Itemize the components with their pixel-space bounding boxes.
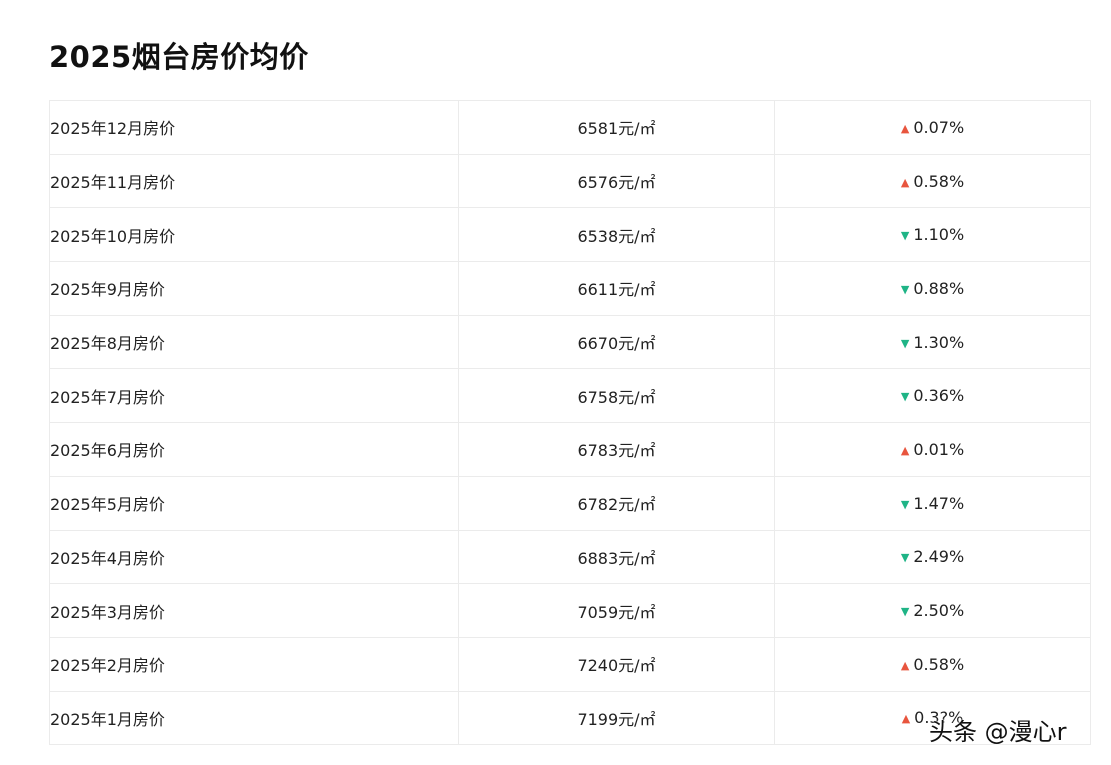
average-price: 6581元/㎡ (458, 100, 775, 155)
change-percent: 1.30% (913, 332, 965, 352)
month-label: 2025年7月房价 (49, 368, 459, 424)
arrow-down-icon: ▼ (900, 282, 910, 296)
change-percent: 2.49% (913, 547, 965, 567)
arrow-down-icon: ▼ (900, 497, 910, 511)
arrow-down-icon: ▼ (900, 229, 910, 243)
change-percent: 0.01% (913, 439, 965, 459)
average-price: 7199元/㎡ (458, 690, 775, 746)
change-percent: 0.58% (913, 654, 965, 674)
table-row: 2025年3月房价 7059元/㎡ ▼ 2.50% (49, 583, 1091, 638)
watermark: 头条 @漫心r (929, 718, 1067, 746)
month-label: 2025年6月房价 (49, 422, 459, 477)
price-table: 2025年12月房价 6581元/㎡ ▲ 0.07% 2025年11月房价 6576元/㎡… (49, 100, 1091, 746)
change-percent: 1.47% (913, 493, 965, 513)
change-percent: 0.36% (913, 386, 965, 406)
price-change: ▲ 0.01% (774, 422, 1091, 477)
table-row: 2025年2月房价 7240元/㎡ ▲ 0.58% (49, 636, 1091, 692)
average-price: 6611元/㎡ (458, 261, 775, 316)
month-label: 2025年4月房价 (49, 529, 459, 585)
average-price: 6783元/㎡ (458, 422, 775, 477)
average-price: 6782元/㎡ (458, 475, 775, 531)
month-label: 2025年11月房价 (49, 153, 459, 209)
table-row: 2025年7月房价 6758元/㎡ ▼ 0.36% (49, 368, 1091, 424)
arrow-up-icon: ▲ (900, 121, 910, 135)
arrow-down-icon: ▼ (900, 390, 910, 404)
page-title: 2025烟台房价均价 (49, 40, 309, 74)
average-price: 6670元/㎡ (458, 314, 775, 370)
arrow-up-icon: ▲ (900, 658, 910, 672)
average-price: 6538元/㎡ (458, 207, 775, 263)
price-change: ▼ 0.36% (774, 368, 1091, 424)
arrow-up-icon: ▲ (900, 443, 910, 457)
change-percent: 0.07% (913, 117, 965, 137)
change-percent: 0.58% (913, 171, 965, 191)
month-label: 2025年5月房价 (49, 475, 459, 531)
arrow-up-icon: ▲ (901, 712, 911, 726)
change-percent: 1.10% (913, 225, 965, 245)
month-label: 2025年12月房价 (49, 100, 459, 155)
arrow-down-icon: ▼ (900, 551, 910, 565)
table-row: 2025年6月房价 6783元/㎡ ▲ 0.01% (49, 422, 1091, 477)
table-row: 2025年8月房价 6670元/㎡ ▼ 1.30% (49, 314, 1091, 370)
arrow-down-icon: ▼ (900, 605, 910, 619)
price-change: ▼ 2.50% (774, 583, 1091, 638)
price-change: ▼ 2.49% (774, 529, 1091, 585)
price-change: ▼ 1.47% (774, 475, 1091, 531)
table-row: 2025年9月房价 6611元/㎡ ▼ 0.88% (49, 261, 1091, 316)
month-label: 2025年3月房价 (49, 583, 459, 638)
price-change: ▲ 0.07% (774, 100, 1091, 155)
table-row: 2025年4月房价 6883元/㎡ ▼ 2.49% (49, 529, 1091, 585)
arrow-up-icon: ▲ (900, 175, 910, 189)
price-change: ▼ 1.30% (774, 314, 1091, 370)
month-label: 2025年10月房价 (49, 207, 459, 263)
average-price: 6758元/㎡ (458, 368, 775, 424)
average-price: 7240元/㎡ (458, 636, 775, 692)
change-percent: 0.88% (913, 278, 965, 298)
month-label: 2025年1月房价 (49, 690, 459, 746)
table-row: 2025年5月房价 6782元/㎡ ▼ 1.47% (49, 475, 1091, 531)
price-change: ▲ 0.58% (774, 636, 1091, 692)
table-row: 2025年12月房价 6581元/㎡ ▲ 0.07% (49, 100, 1091, 155)
average-price: 6883元/㎡ (458, 529, 775, 585)
change-percent: 2.50% (913, 601, 965, 621)
price-change: ▼ 1.10% (774, 207, 1091, 263)
arrow-down-icon: ▼ (900, 336, 910, 350)
table-row: 2025年10月房价 6538元/㎡ ▼ 1.10% (49, 207, 1091, 263)
month-label: 2025年9月房价 (49, 261, 459, 316)
average-price: 7059元/㎡ (458, 583, 775, 638)
price-change: ▲ 0.58% (774, 153, 1091, 209)
month-label: 2025年8月房价 (49, 314, 459, 370)
price-change: ▼ 0.88% (774, 261, 1091, 316)
table-row: 2025年11月房价 6576元/㎡ ▲ 0.58% (49, 153, 1091, 209)
average-price: 6576元/㎡ (458, 153, 775, 209)
month-label: 2025年2月房价 (49, 636, 459, 692)
